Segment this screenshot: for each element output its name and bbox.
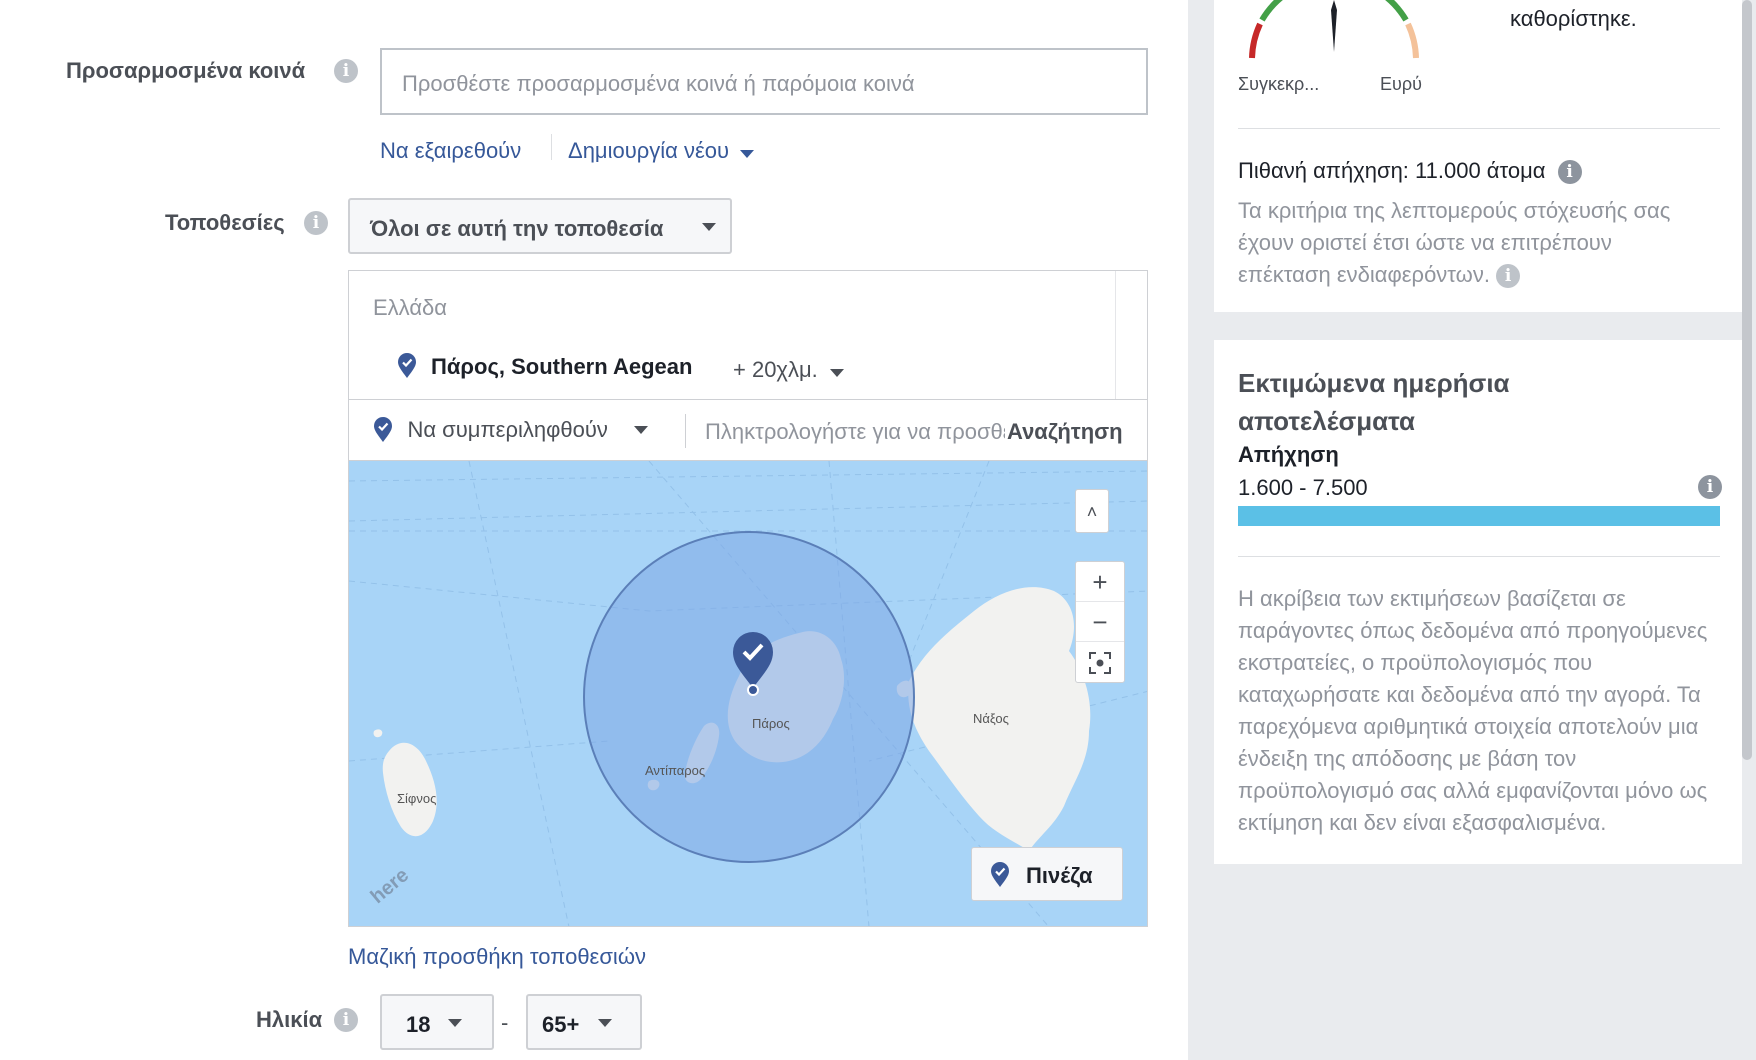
custom-audiences-label: Προσαρμοσμένα κοινά: [66, 58, 306, 83]
search-divider: [685, 414, 686, 448]
divider: [1238, 128, 1720, 129]
audience-gauge: [1234, 0, 1434, 69]
selected-locations-list: Ελλάδα Πάρος, Southern Aegean + 20χλμ.: [348, 270, 1148, 401]
sidebar-scrollbar[interactable]: [1742, 0, 1752, 760]
exclude-link[interactable]: Να εξαιρεθούν: [380, 138, 521, 164]
radius-value: + 20χλμ.: [733, 357, 818, 382]
gauge-icon: [1249, 0, 1419, 59]
info-icon[interactable]: i: [1698, 475, 1722, 499]
chevron-down-icon: [598, 1019, 612, 1027]
recenter-icon: [1089, 652, 1111, 674]
potential-reach-text: Πιθανή απήχηση: 11.000 άτομα: [1238, 158, 1546, 183]
info-icon[interactable]: i: [1496, 264, 1521, 289]
location-pin-icon: [397, 353, 417, 384]
chevron-down-icon: [702, 223, 716, 231]
info-icon[interactable]: i: [304, 211, 328, 235]
age-label: Ηλικία: [256, 1007, 323, 1032]
detailed-targeting-note: Τα κριτήρια της λεπτομερούς στόχευσής σα…: [1238, 195, 1698, 291]
potential-reach: Πιθανή απήχηση: 11.000 άτομα i: [1238, 158, 1582, 185]
country-group-label: Ελλάδα: [373, 295, 448, 320]
info-icon[interactable]: i: [1557, 160, 1582, 185]
chevron-down-icon: [830, 368, 845, 377]
map-collapse-button[interactable]: ˄: [1075, 489, 1109, 533]
age-separator: -: [501, 1010, 509, 1035]
radius-dropdown[interactable]: + 20χλμ.: [733, 357, 845, 383]
estimated-results-card: Εκτιμώμενα ημερήσια αποτελέσματα Απήχηση…: [1214, 340, 1742, 864]
drop-pin-button[interactable]: Πινέζα: [971, 847, 1123, 901]
info-icon[interactable]: i: [334, 59, 358, 83]
selected-location-name: Πάρος, Southern Aegean: [431, 354, 693, 379]
reach-range: 1.600 - 7.500: [1238, 475, 1368, 500]
include-select-value: Να συμπεριληφθούν: [407, 417, 608, 442]
gauge-label-specific: Συγκεκρ...: [1238, 74, 1320, 94]
age-max-select[interactable]: 65+: [526, 994, 642, 1050]
reach-label: Απήχηση: [1238, 442, 1339, 467]
detailed-targeting-text: Τα κριτήρια της λεπτομερούς στόχευσής σα…: [1238, 198, 1671, 287]
audience-status-text: καθορίστηκε.: [1510, 6, 1637, 31]
custom-audiences-placeholder: Προσθέστε προσαρμοσμένα κοινά ή παρόμοια…: [402, 71, 915, 96]
recenter-button[interactable]: [1076, 642, 1124, 682]
map-zoom-controls: + −: [1075, 561, 1125, 683]
divider: [1238, 556, 1720, 557]
location-type-select[interactable]: Όλοι σε αυτή την τοποθεσία: [348, 198, 732, 254]
estimate-disclaimer: Η ακρίβεια των εκτιμήσεων βασίζεται σε π…: [1238, 586, 1708, 835]
location-search-input[interactable]: Πληκτρολογήστε για να προσθέσετε: [705, 419, 1005, 445]
location-map[interactable]: Πάρος Αντίπαρος Νάξος Σίφνος here ˄ + − …: [348, 461, 1148, 927]
include-select[interactable]: Να συμπεριληφθούν: [373, 417, 649, 443]
chevron-down-icon: [739, 149, 754, 158]
chevron-down-icon: [448, 1019, 462, 1027]
create-new-label: Δημιουργία νέου: [568, 138, 730, 163]
map-label-antiparos: Αντίπαρος: [645, 763, 706, 778]
map-label-paros: Πάρος: [752, 716, 790, 731]
locations-label: Τοποθεσίες: [165, 210, 285, 235]
info-icon[interactable]: i: [334, 1008, 358, 1032]
title-line-2: αποτελέσματα: [1238, 406, 1415, 436]
age-min-value: 18: [406, 1012, 431, 1037]
map-label-sifnos: Σίφνος: [397, 791, 437, 806]
zoom-in-button[interactable]: +: [1076, 562, 1124, 602]
gauge-label-broad: Ευρύ: [1380, 74, 1422, 94]
pin-check-icon: [374, 417, 392, 442]
search-button[interactable]: Αναζήτηση: [1007, 419, 1123, 445]
location-search-row: Να συμπεριληφθούν Πληκτρολογήστε για να …: [348, 399, 1148, 461]
reach-bar: [1238, 506, 1720, 526]
targeting-panel: Προσαρμοσμένα κοινά i Προσθέστε προσαρμο…: [0, 0, 1188, 1060]
audience-definition-card: Συγκεκρ... Ευρύ καθορίστηκε. Πιθανή απήχ…: [1214, 0, 1742, 312]
chevron-down-icon: [634, 426, 649, 434]
estimated-results-title: Εκτιμώμενα ημερήσια αποτελέσματα: [1238, 364, 1718, 440]
zoom-out-button[interactable]: −: [1076, 602, 1124, 642]
title-line-1: Εκτιμώμενα ημερήσια: [1238, 368, 1510, 398]
link-divider: [551, 134, 552, 160]
age-min-select[interactable]: 18: [380, 994, 494, 1050]
map-location-pin-icon[interactable]: [731, 632, 775, 701]
map-label-naxos: Νάξος: [973, 711, 1009, 726]
age-max-value: 65+: [542, 1012, 580, 1037]
bulk-add-locations-link[interactable]: Μαζική προσθήκη τοποθεσιών: [348, 944, 646, 970]
drop-pin-label: Πινέζα: [1026, 863, 1093, 888]
create-new-dropdown[interactable]: Δημιουργία νέου: [568, 138, 754, 164]
location-type-value: Όλοι σε αυτή την τοποθεσία: [370, 216, 664, 241]
custom-audiences-input[interactable]: Προσθέστε προσαρμοσμένα κοινά ή παρόμοια…: [380, 48, 1148, 115]
list-scrollbar-track[interactable]: [1115, 271, 1116, 401]
pin-check-icon: [991, 862, 1009, 887]
